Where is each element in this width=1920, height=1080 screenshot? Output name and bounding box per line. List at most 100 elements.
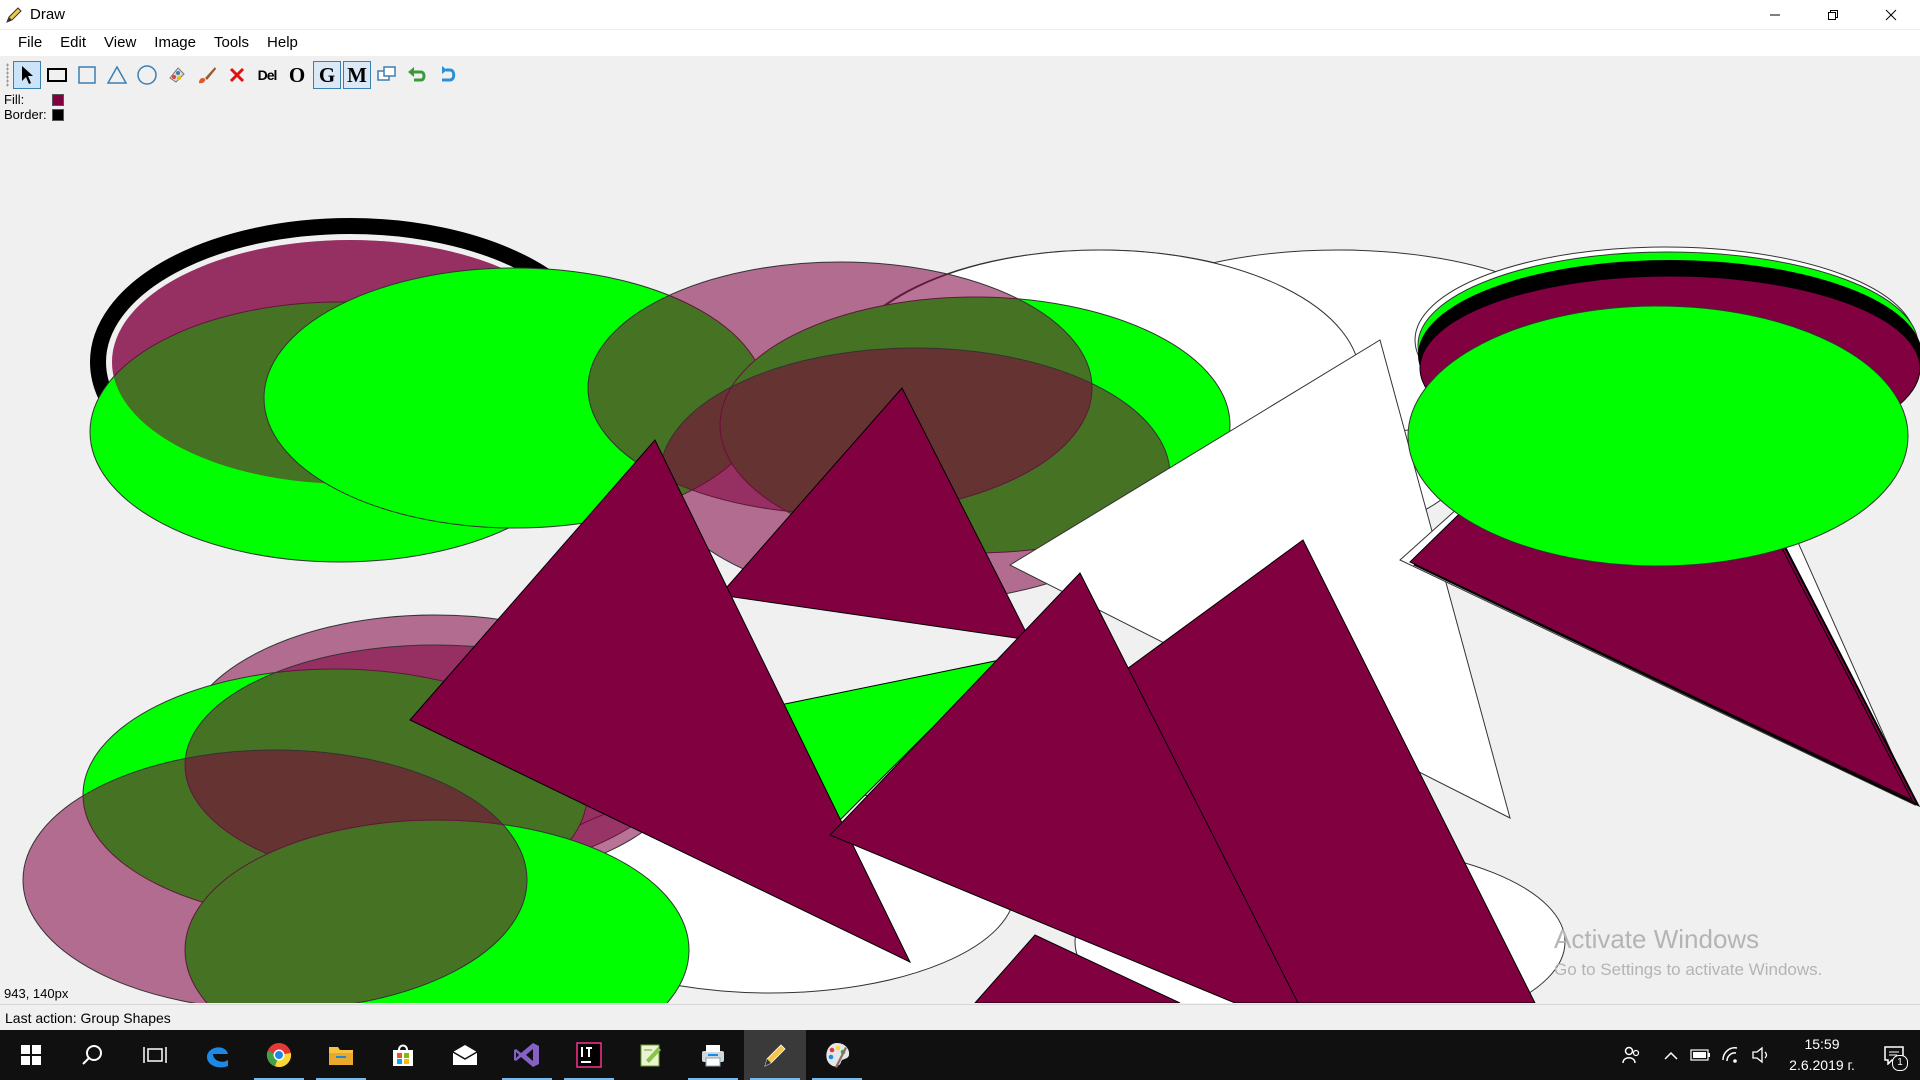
- delete-tool-button[interactable]: [223, 61, 251, 89]
- start-button[interactable]: [0, 1030, 62, 1080]
- toolbar: Del O G M: [0, 58, 1920, 92]
- notification-count-badge: 1: [1892, 1055, 1908, 1071]
- clock[interactable]: 15:59 2.6.2019 г.: [1776, 1034, 1868, 1076]
- redo-icon: [442, 66, 456, 82]
- fill-color-button[interactable]: [163, 61, 191, 89]
- window-title: Draw: [30, 6, 66, 23]
- square-icon: [78, 66, 96, 84]
- clock-time: 15:59: [1804, 1036, 1840, 1052]
- restore-icon: [1828, 9, 1838, 20]
- drawing-canvas[interactable]: [0, 118, 1920, 1080]
- canvas-shapes: [22, 218, 1920, 1080]
- close-icon: [1885, 9, 1897, 20]
- redo-button[interactable]: [433, 61, 461, 89]
- fill-swatch[interactable]: [52, 93, 64, 106]
- visual-studio-icon: [514, 1043, 539, 1067]
- notepad-plus-icon: [640, 1044, 661, 1067]
- volume-icon: [1752, 1046, 1768, 1064]
- tray-overflow-button[interactable]: [1656, 1030, 1686, 1080]
- printer-app-button[interactable]: [682, 1030, 744, 1080]
- copy-shape-button[interactable]: [373, 61, 401, 89]
- paint-palette-icon: [826, 1043, 850, 1068]
- cursor-coordinates: 943, 140px: [4, 986, 69, 1001]
- window-controls: [1746, 0, 1920, 29]
- wifi-icon: [1722, 1047, 1738, 1063]
- delete-selected-button[interactable]: Del: [253, 61, 281, 89]
- taskbar: 15:59 2.6.2019 г. 1: [0, 1030, 1920, 1080]
- square-tool-button[interactable]: [73, 61, 101, 89]
- draw-app-button[interactable]: [744, 1030, 806, 1080]
- fill-label: Fill:: [4, 92, 25, 107]
- menu-view[interactable]: View: [95, 30, 145, 56]
- clock-date: 2.6.2019 г.: [1789, 1057, 1855, 1073]
- windows-start-icon: [21, 1045, 41, 1065]
- people-button[interactable]: [1616, 1030, 1646, 1080]
- rectangle-icon: [47, 68, 67, 82]
- rectangle-tool-button[interactable]: [43, 61, 71, 89]
- undo-button[interactable]: [403, 61, 431, 89]
- store-button[interactable]: [372, 1030, 434, 1080]
- volume-button[interactable]: [1746, 1030, 1776, 1080]
- battery-icon: [1690, 1049, 1710, 1061]
- chrome-icon: [266, 1043, 292, 1068]
- ellipse-tool-button[interactable]: [133, 61, 161, 89]
- mail-icon: [452, 1045, 478, 1065]
- shape-ellipse: [1407, 305, 1909, 567]
- close-button[interactable]: [1862, 0, 1920, 29]
- o-label: O: [288, 62, 306, 87]
- printer-app-icon: [702, 1045, 724, 1067]
- g-label: G: [318, 62, 336, 87]
- activation-watermark-title: Activate Windows: [1554, 924, 1760, 954]
- duplicate-icon: [377, 66, 396, 81]
- paint-button[interactable]: [806, 1030, 868, 1080]
- cursor-arrow-icon: [22, 66, 33, 84]
- group-button[interactable]: G: [313, 61, 341, 89]
- o-button[interactable]: O: [283, 61, 311, 89]
- notepad-plus-button[interactable]: [620, 1030, 682, 1080]
- mail-button[interactable]: [434, 1030, 496, 1080]
- task-view-button[interactable]: [124, 1030, 186, 1080]
- search-button[interactable]: [62, 1030, 124, 1080]
- search-icon: [82, 1045, 102, 1065]
- chrome-button[interactable]: [248, 1030, 310, 1080]
- pencil-icon: [4, 5, 24, 25]
- menu-tools[interactable]: Tools: [205, 30, 258, 56]
- file-explorer-button[interactable]: [310, 1030, 372, 1080]
- fill-indicator: Fill:: [4, 92, 64, 107]
- menu-image[interactable]: Image: [145, 30, 205, 56]
- activation-watermark-subtitle: Go to Settings to activate Windows.: [1554, 960, 1823, 979]
- color-palette-icon: [169, 67, 185, 83]
- m-label: M: [347, 62, 367, 87]
- status-bar: Last action: Group Shapes: [0, 1004, 1920, 1031]
- menu-file[interactable]: File: [9, 30, 51, 56]
- title-bar: Draw: [0, 0, 1920, 29]
- store-icon: [393, 1044, 413, 1066]
- menu-bar: File Edit View Image Tools Help: [0, 30, 1920, 56]
- triangle-tool-button[interactable]: [103, 61, 131, 89]
- border-color-button[interactable]: [193, 61, 221, 89]
- ellipse-icon: [137, 65, 157, 85]
- edge-button[interactable]: [186, 1030, 248, 1080]
- select-tool-button[interactable]: [13, 61, 41, 89]
- toolbar-grip[interactable]: [6, 63, 9, 87]
- del-label: Del: [257, 67, 278, 83]
- undo-icon: [408, 67, 426, 82]
- wifi-button[interactable]: [1716, 1030, 1746, 1080]
- edge-icon: [207, 1047, 228, 1068]
- chevron-up-icon: [1664, 1051, 1678, 1060]
- last-action-status: Last action: Group Shapes: [5, 1010, 171, 1026]
- file-explorer-icon: [329, 1047, 353, 1065]
- action-center-button[interactable]: 1: [1868, 1030, 1920, 1080]
- people-icon: [1622, 1046, 1640, 1064]
- intellij-button[interactable]: [558, 1030, 620, 1080]
- menu-edit[interactable]: Edit: [51, 30, 95, 56]
- red-x-icon: [229, 67, 245, 83]
- minimize-button[interactable]: [1746, 0, 1804, 29]
- draw-pencil-icon: [764, 1044, 786, 1067]
- battery-button[interactable]: [1686, 1030, 1716, 1080]
- restore-button[interactable]: [1804, 0, 1862, 29]
- move-button[interactable]: M: [343, 61, 371, 89]
- menu-help[interactable]: Help: [258, 30, 307, 56]
- visual-studio-button[interactable]: [496, 1030, 558, 1080]
- minimize-icon: [1770, 14, 1780, 15]
